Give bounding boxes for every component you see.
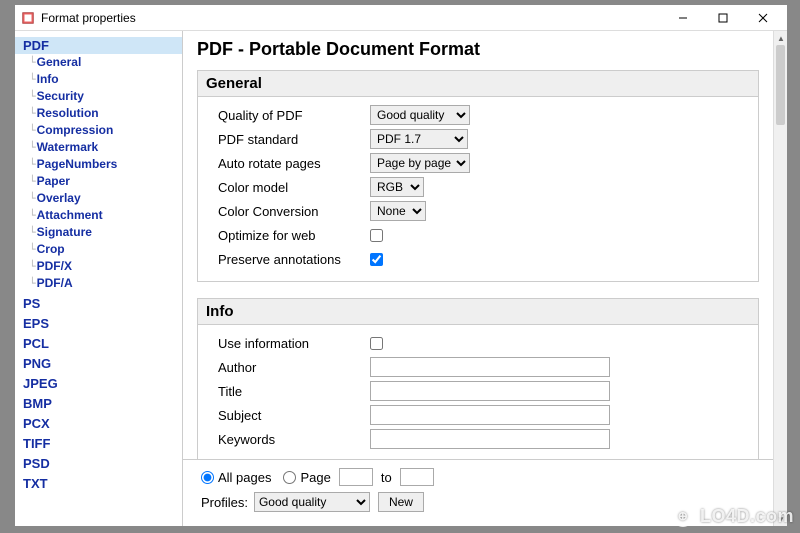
titlebar: Format properties xyxy=(15,5,787,31)
sidebar-item-info[interactable]: └ Info xyxy=(15,71,182,88)
section-legend: General xyxy=(198,71,758,97)
sidebar-item-overlay[interactable]: └ Overlay xyxy=(15,190,182,207)
select-quality[interactable]: Good quality xyxy=(370,105,470,125)
sidebar-item-resolution[interactable]: └ Resolution xyxy=(15,105,182,122)
section-legend: Info xyxy=(198,299,758,325)
input-keywords[interactable] xyxy=(370,429,610,449)
sidebar-item-crop[interactable]: └ Crop xyxy=(15,241,182,258)
label-color: Color model xyxy=(218,180,370,195)
sidebar-item-pcl[interactable]: PCL xyxy=(15,335,182,352)
scrollbar[interactable]: ▲ ▼ xyxy=(773,31,787,526)
label-useinfo: Use information xyxy=(218,336,370,351)
sidebar: PDF└ General└ Info└ Security└ Resolution… xyxy=(15,31,183,526)
page-title: PDF - Portable Document Format xyxy=(197,39,759,60)
app-icon xyxy=(21,11,35,25)
label-preserve: Preserve annotations xyxy=(218,252,370,267)
checkbox-optimize[interactable] xyxy=(370,229,383,242)
label-conv: Color Conversion xyxy=(218,204,370,219)
select-conv[interactable]: None xyxy=(370,201,426,221)
sidebar-item-psd[interactable]: PSD xyxy=(15,455,182,472)
sidebar-item-bmp[interactable]: BMP xyxy=(15,395,182,412)
label-standard: PDF standard xyxy=(218,132,370,147)
select-profiles[interactable]: Good quality xyxy=(254,492,370,512)
label-quality: Quality of PDF xyxy=(218,108,370,123)
close-button[interactable] xyxy=(743,5,783,31)
sidebar-item-tiff[interactable]: TIFF xyxy=(15,435,182,452)
input-author[interactable] xyxy=(370,357,610,377)
sidebar-item-pcx[interactable]: PCX xyxy=(15,415,182,432)
sidebar-item-eps[interactable]: EPS xyxy=(15,315,182,332)
sidebar-item-compression[interactable]: └ Compression xyxy=(15,122,182,139)
scroll-down-icon[interactable]: ▼ xyxy=(774,512,787,526)
main-content: PDF - Portable Document Format General Q… xyxy=(183,31,773,459)
sidebar-item-pdfx[interactable]: └ PDF/X xyxy=(15,258,182,275)
window-title: Format properties xyxy=(41,11,663,25)
new-button[interactable]: New xyxy=(378,492,424,512)
scroll-up-icon[interactable]: ▲ xyxy=(774,31,787,45)
input-page-from[interactable] xyxy=(339,468,373,486)
section-general: General Quality of PDF Good quality PDF … xyxy=(197,70,759,282)
label-autorotate: Auto rotate pages xyxy=(218,156,370,171)
sidebar-item-general[interactable]: └ General xyxy=(15,54,182,71)
checkbox-preserve[interactable] xyxy=(370,253,383,266)
radio-page[interactable]: Page to xyxy=(283,468,437,486)
section-info: Info Use information Author Title Subjec… xyxy=(197,298,759,459)
input-subject[interactable] xyxy=(370,405,610,425)
radio-allpages-input[interactable] xyxy=(201,471,214,484)
minimize-button[interactable] xyxy=(663,5,703,31)
label-optimize: Optimize for web xyxy=(218,228,370,243)
label-title: Title xyxy=(218,384,370,399)
label-keywords: Keywords xyxy=(218,432,370,447)
checkbox-useinfo[interactable] xyxy=(370,337,383,350)
label-author: Author xyxy=(218,360,370,375)
window: Format properties PDF└ General└ Info└ Se… xyxy=(14,4,788,527)
sidebar-item-pagenumbers[interactable]: └ PageNumbers xyxy=(15,156,182,173)
sidebar-item-security[interactable]: └ Security xyxy=(15,88,182,105)
sidebar-item-watermark[interactable]: └ Watermark xyxy=(15,139,182,156)
select-color[interactable]: RGB xyxy=(370,177,424,197)
scroll-thumb[interactable] xyxy=(776,45,785,125)
label-subject: Subject xyxy=(218,408,370,423)
sidebar-item-pdfa[interactable]: └ PDF/A xyxy=(15,275,182,292)
select-standard[interactable]: PDF 1.7 xyxy=(370,129,468,149)
radio-allpages[interactable]: All pages xyxy=(201,470,271,485)
radio-page-input[interactable] xyxy=(283,471,296,484)
sidebar-item-ps[interactable]: PS xyxy=(15,295,182,312)
sidebar-item-paper[interactable]: └ Paper xyxy=(15,173,182,190)
select-autorotate[interactable]: Page by page xyxy=(370,153,470,173)
sidebar-item-png[interactable]: PNG xyxy=(15,355,182,372)
input-title[interactable] xyxy=(370,381,610,401)
sidebar-item-attachment[interactable]: └ Attachment xyxy=(15,207,182,224)
footer: All pages Page to Profiles: Good quality… xyxy=(183,459,773,526)
sidebar-item-pdf[interactable]: PDF xyxy=(15,37,182,54)
sidebar-item-txt[interactable]: TXT xyxy=(15,475,182,492)
profiles-label: Profiles: xyxy=(201,495,248,510)
sidebar-item-jpeg[interactable]: JPEG xyxy=(15,375,182,392)
maximize-button[interactable] xyxy=(703,5,743,31)
sidebar-item-signature[interactable]: └ Signature xyxy=(15,224,182,241)
input-page-to[interactable] xyxy=(400,468,434,486)
